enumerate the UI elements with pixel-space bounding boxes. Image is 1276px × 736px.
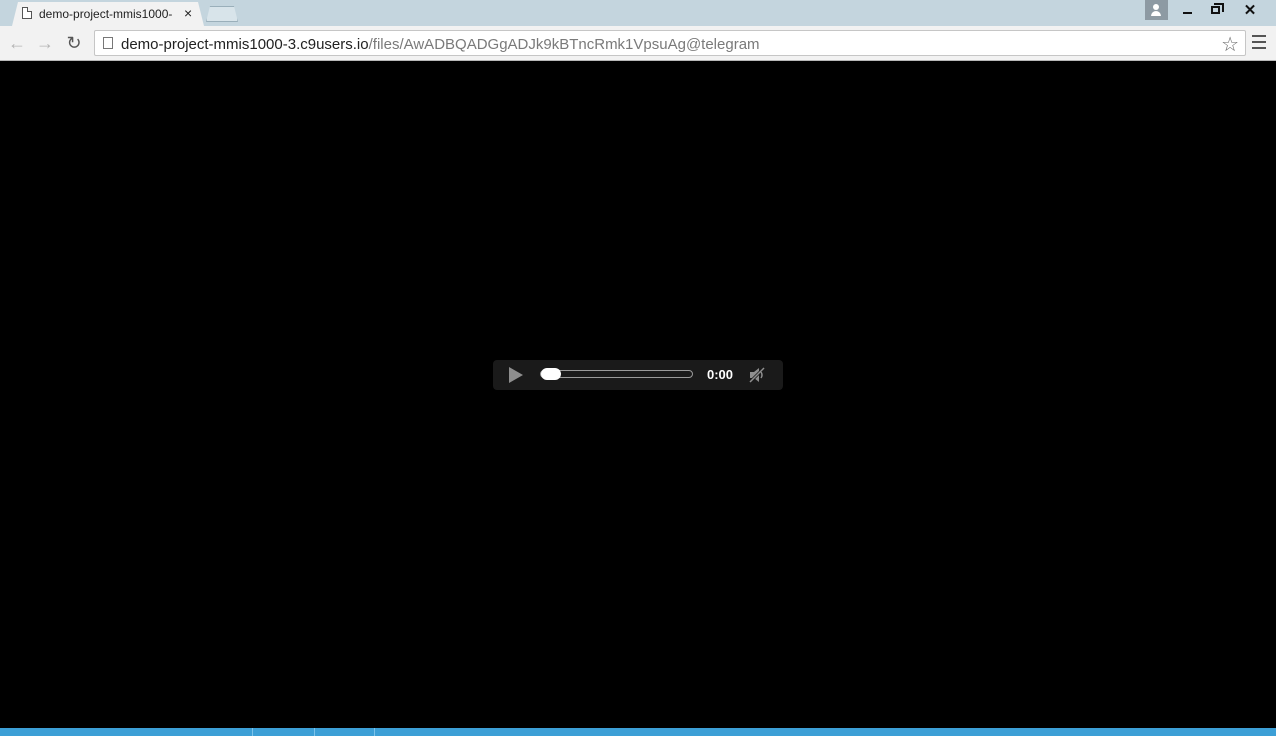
restore-icon — [1210, 3, 1224, 14]
muted-speaker-icon[interactable] — [748, 367, 766, 383]
seek-thumb[interactable] — [541, 368, 561, 380]
seek-bar[interactable] — [540, 370, 693, 378]
taskbar — [0, 728, 1276, 736]
url-text[interactable]: demo-project-mmis1000-3.c9users.io/files… — [121, 36, 760, 53]
audio-player: 0:00 — [493, 360, 783, 390]
forward-button[interactable]: → — [34, 32, 56, 54]
tab-strip: demo-project-mmis1000- × ✕ — [0, 0, 1276, 26]
minimize-button[interactable] — [1174, 0, 1200, 20]
restore-button[interactable] — [1202, 0, 1228, 20]
tab-close-button[interactable]: × — [184, 5, 192, 21]
new-tab-button[interactable] — [206, 6, 238, 22]
star-icon[interactable]: ☆ — [1221, 32, 1239, 57]
page-icon — [22, 7, 32, 19]
play-icon[interactable] — [509, 367, 523, 383]
window-close-button[interactable]: ✕ — [1232, 0, 1268, 20]
page-icon — [103, 37, 113, 49]
hamburger-icon[interactable] — [1252, 35, 1266, 49]
back-button[interactable]: ← — [6, 32, 28, 54]
minimize-icon — [1182, 12, 1192, 14]
address-bar[interactable]: demo-project-mmis1000-3.c9users.io/files… — [94, 30, 1246, 56]
browser-toolbar: ← → ↻ demo-project-mmis1000-3.c9users.io… — [0, 26, 1276, 61]
reload-button[interactable]: ↻ — [63, 32, 85, 54]
tab-title: demo-project-mmis1000- — [39, 7, 173, 21]
page-viewport: 0:00 — [0, 62, 1276, 728]
tab-active[interactable]: demo-project-mmis1000- × — [12, 2, 204, 26]
url-path: /files/AwADBQADGgADJk9kBTncRmk1VpsuAg@te… — [368, 36, 760, 53]
url-host: demo-project-mmis1000-3.c9users.io — [121, 36, 369, 53]
current-time: 0:00 — [707, 367, 734, 382]
profile-button[interactable] — [1145, 0, 1168, 20]
user-icon — [1153, 4, 1159, 10]
